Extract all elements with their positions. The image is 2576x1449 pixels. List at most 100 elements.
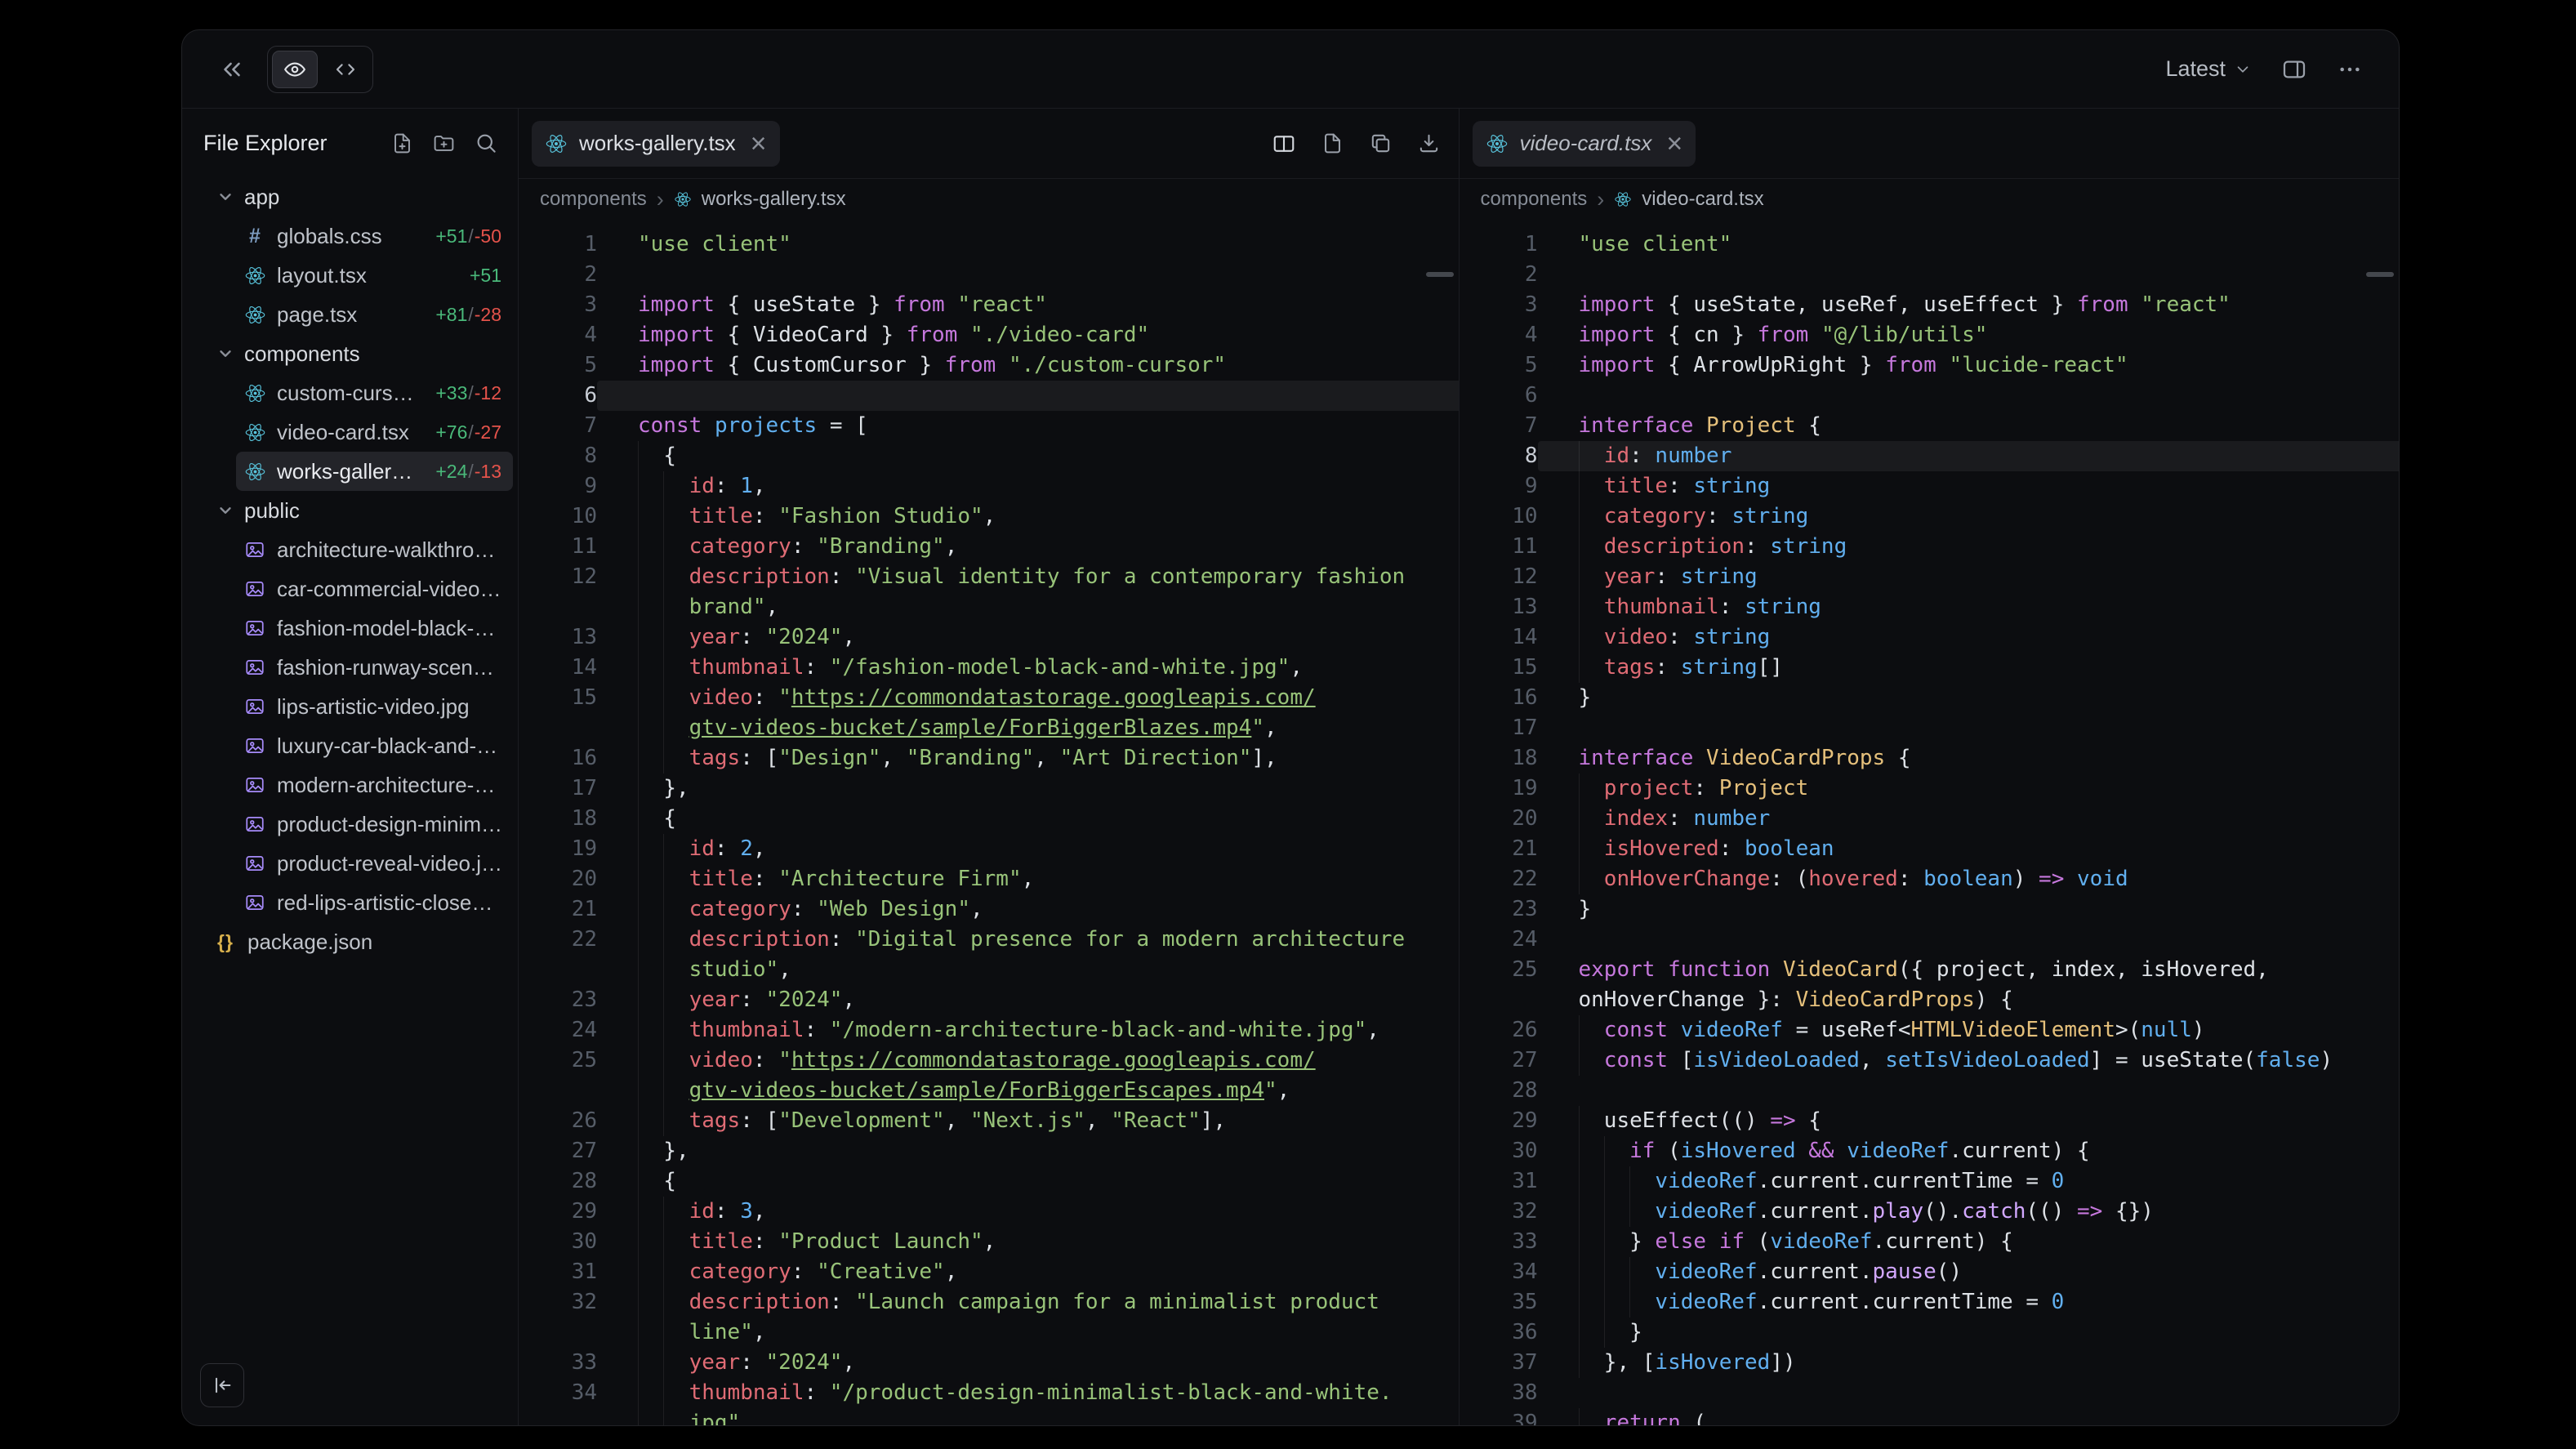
- new-folder-button[interactable]: [432, 132, 456, 155]
- code-editor-video-card[interactable]: 1"use client"23import { useState, useRef…: [1460, 220, 2400, 1425]
- code-line[interactable]: 7const projects = [: [519, 411, 1459, 441]
- code-line[interactable]: 13thumbnail: string: [1460, 592, 2400, 622]
- code-line[interactable]: 33year: "2024",: [519, 1348, 1459, 1378]
- split-view-button[interactable]: [1272, 132, 1296, 156]
- breadcrumb-file[interactable]: video-card.tsx: [1642, 188, 1763, 211]
- code-line[interactable]: 11description: string: [1460, 532, 2400, 562]
- code-line[interactable]: 4import { cn } from "@/lib/utils": [1460, 320, 2400, 350]
- tree-file[interactable]: product-reveal-video.j…: [182, 844, 513, 883]
- code-line[interactable]: 29useEffect(() => {: [1460, 1106, 2400, 1136]
- tree-file[interactable]: layout.tsx+51: [182, 256, 513, 295]
- code-line[interactable]: 3import { useState } from "react": [519, 290, 1459, 320]
- tree-file[interactable]: lips-artistic-video.jpg: [182, 687, 513, 726]
- tree-folder[interactable]: components: [182, 334, 513, 373]
- code-line[interactable]: gtv-videos-bucket/sample/ForBiggerBlazes…: [519, 713, 1459, 743]
- code-line[interactable]: 5import { ArrowUpRight } from "lucide-re…: [1460, 350, 2400, 381]
- code-line[interactable]: 19project: Project: [1460, 774, 2400, 804]
- code-line[interactable]: 13year: "2024",: [519, 622, 1459, 653]
- code-line[interactable]: 30if (isHovered && videoRef.current) {: [1460, 1136, 2400, 1166]
- tab-works-gallery[interactable]: works-gallery.tsx ×: [532, 121, 780, 167]
- code-line[interactable]: 1"use client": [519, 230, 1459, 260]
- code-line[interactable]: 25export function VideoCard({ project, i…: [1460, 955, 2400, 985]
- breadcrumb-folder[interactable]: components: [1481, 188, 1588, 211]
- code-line[interactable]: 18{: [519, 804, 1459, 834]
- more-options-button[interactable]: [2337, 56, 2363, 82]
- code-line[interactable]: 37}, [isHovered]): [1460, 1348, 2400, 1378]
- version-selector[interactable]: Latest: [2165, 56, 2252, 82]
- code-line[interactable]: 30title: "Product Launch",: [519, 1227, 1459, 1257]
- code-line[interactable]: brand",: [519, 592, 1459, 622]
- preview-toggle-button[interactable]: [272, 51, 318, 88]
- tree-file[interactable]: works-galler…+24/-13: [236, 452, 513, 491]
- tree-file[interactable]: product-design-minim…: [182, 805, 513, 844]
- code-line[interactable]: jpg",: [519, 1408, 1459, 1425]
- tree-file[interactable]: car-commercial-video…: [182, 569, 513, 609]
- code-line[interactable]: 23year: "2024",: [519, 985, 1459, 1015]
- code-line[interactable]: 35videoRef.current.currentTime = 0: [1460, 1287, 2400, 1317]
- code-line[interactable]: 28: [1460, 1076, 2400, 1106]
- code-line[interactable]: 9title: string: [1460, 471, 2400, 502]
- code-line[interactable]: 5import { CustomCursor } from "./custom-…: [519, 350, 1459, 381]
- code-line[interactable]: 9id: 1,: [519, 471, 1459, 502]
- code-line[interactable]: studio",: [519, 955, 1459, 985]
- tab-video-card[interactable]: video-card.tsx ×: [1473, 121, 1696, 167]
- code-line[interactable]: 20title: "Architecture Firm",: [519, 864, 1459, 894]
- code-line[interactable]: 15tags: string[]: [1460, 653, 2400, 683]
- code-line[interactable]: 8id: number: [1460, 441, 2400, 471]
- code-line[interactable]: 17: [1460, 713, 2400, 743]
- collapse-sidebar-button[interactable]: [200, 1363, 244, 1407]
- code-line[interactable]: 26tags: ["Development", "Next.js", "Reac…: [519, 1106, 1459, 1136]
- code-toggle-button[interactable]: [323, 51, 368, 88]
- code-line[interactable]: 27},: [519, 1136, 1459, 1166]
- code-line[interactable]: 6: [519, 381, 1459, 411]
- code-line[interactable]: 2: [519, 260, 1459, 290]
- tab-close-button[interactable]: ×: [751, 130, 767, 158]
- code-line[interactable]: 8{: [519, 441, 1459, 471]
- tree-file[interactable]: video-card.tsx+76/-27: [182, 412, 513, 452]
- code-editor-works-gallery[interactable]: 1"use client"23import { useState } from …: [519, 220, 1459, 1425]
- code-line[interactable]: 23}: [1460, 894, 2400, 925]
- code-line[interactable]: 17},: [519, 774, 1459, 804]
- code-line[interactable]: 6: [1460, 381, 2400, 411]
- tab-close-button[interactable]: ×: [1666, 130, 1682, 158]
- code-line[interactable]: 31category: "Creative",: [519, 1257, 1459, 1287]
- breadcrumb-file[interactable]: works-gallery.tsx: [702, 188, 846, 211]
- code-line[interactable]: 22description: "Digital presence for a m…: [519, 925, 1459, 955]
- tree-file[interactable]: custom-curs…+33/-12: [182, 373, 513, 412]
- code-line[interactable]: 15video: "https://commondatastorage.goog…: [519, 683, 1459, 713]
- download-button[interactable]: [1417, 132, 1441, 155]
- code-line[interactable]: 31videoRef.current.currentTime = 0: [1460, 1166, 2400, 1197]
- code-line[interactable]: 16}: [1460, 683, 2400, 713]
- tree-file[interactable]: architecture-walkthro…: [182, 530, 513, 569]
- collapse-panel-button[interactable]: [218, 56, 246, 83]
- view-file-button[interactable]: [1321, 132, 1344, 155]
- code-line[interactable]: 29id: 3,: [519, 1197, 1459, 1227]
- code-line[interactable]: 27const [isVideoLoaded, setIsVideoLoaded…: [1460, 1046, 2400, 1076]
- code-line[interactable]: 21category: "Web Design",: [519, 894, 1459, 925]
- code-line[interactable]: 14thumbnail: "/fashion-model-black-and-w…: [519, 653, 1459, 683]
- code-line[interactable]: 2: [1460, 260, 2400, 290]
- tree-folder[interactable]: app: [182, 177, 513, 216]
- code-line[interactable]: 26const videoRef = useRef<HTMLVideoEleme…: [1460, 1015, 2400, 1046]
- code-line[interactable]: 32videoRef.current.play().catch(() => {}…: [1460, 1197, 2400, 1227]
- tree-file[interactable]: page.tsx+81/-28: [182, 295, 513, 334]
- code-line[interactable]: 12description: "Visual identity for a co…: [519, 562, 1459, 592]
- tree-file[interactable]: fashion-model-black-…: [182, 609, 513, 648]
- scrollbar-thumb[interactable]: [1426, 272, 1454, 277]
- code-line[interactable]: 24thumbnail: "/modern-architecture-black…: [519, 1015, 1459, 1046]
- code-line[interactable]: 28{: [519, 1166, 1459, 1197]
- layout-panel-button[interactable]: [2281, 56, 2307, 82]
- code-line[interactable]: 14video: string: [1460, 622, 2400, 653]
- code-line[interactable]: 12year: string: [1460, 562, 2400, 592]
- tree-file[interactable]: modern-architecture-…: [182, 765, 513, 805]
- code-line[interactable]: 34videoRef.current.pause(): [1460, 1257, 2400, 1287]
- code-line[interactable]: line",: [519, 1317, 1459, 1348]
- breadcrumb-folder[interactable]: components: [540, 188, 647, 211]
- code-line[interactable]: 32description: "Launch campaign for a mi…: [519, 1287, 1459, 1317]
- tree-file[interactable]: red-lips-artistic-close…: [182, 883, 513, 922]
- code-line[interactable]: 10category: string: [1460, 502, 2400, 532]
- tree-folder[interactable]: public: [182, 491, 513, 530]
- code-line[interactable]: 24: [1460, 925, 2400, 955]
- code-line[interactable]: 39return (: [1460, 1408, 2400, 1425]
- search-files-button[interactable]: [474, 131, 498, 155]
